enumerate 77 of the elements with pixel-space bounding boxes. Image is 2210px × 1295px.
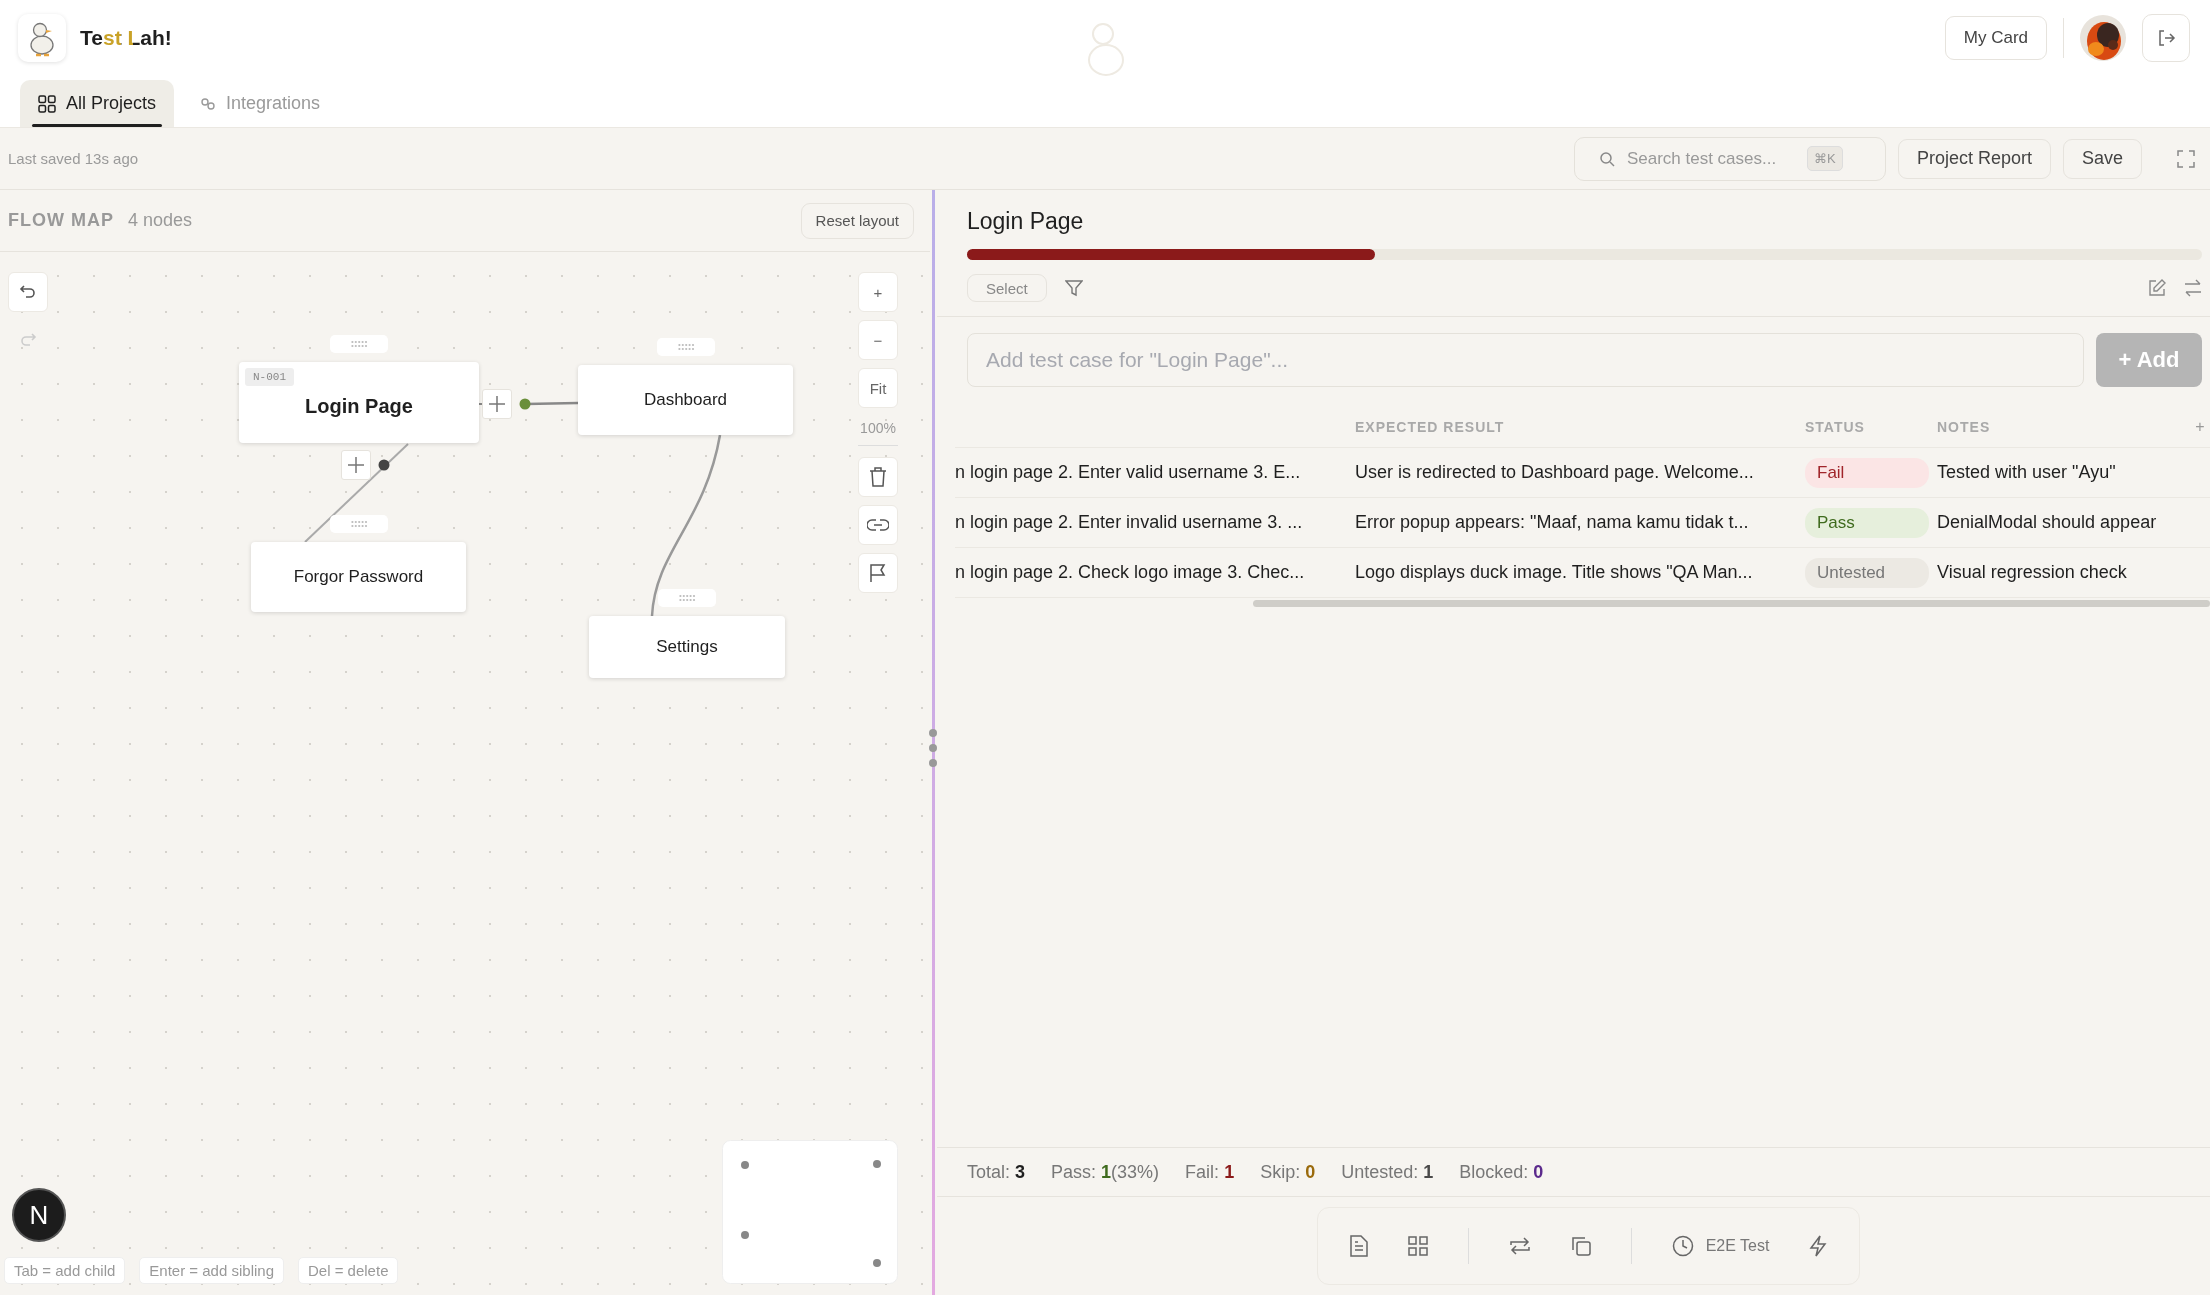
- node-name: Dashboard: [643, 390, 728, 410]
- dev-badge[interactable]: N: [12, 1188, 66, 1242]
- swap-icon[interactable]: [2184, 279, 2202, 297]
- shortcut-key: ⌘K: [1806, 146, 1843, 171]
- shortcut-hint: Del = delete: [298, 1257, 399, 1284]
- status-badge: Pass: [1805, 507, 1929, 538]
- logout-icon[interactable]: [2142, 13, 2190, 62]
- search-input[interactable]: Search test cases...: [1624, 147, 1797, 170]
- table-cell-text: n login page 2. Enter invalid username 3. ...: [955, 512, 1304, 533]
- stat-text: Untested: 1: [1341, 1161, 1434, 1183]
- status-badge: Fail: [1805, 457, 1929, 488]
- zoom-level: 100%: [859, 420, 897, 436]
- document-icon[interactable]: [1349, 1235, 1368, 1257]
- zoom-button[interactable]: Fit: [858, 368, 898, 408]
- link-icon: [200, 95, 217, 112]
- filter-icon[interactable]: [1064, 279, 1083, 297]
- table-cell-text: DenialModal should appear: [1937, 512, 2158, 533]
- fullscreen-icon[interactable]: [2176, 148, 2196, 169]
- node-name: Settings: [656, 637, 718, 657]
- stat-text: Skip: 0: [1260, 1161, 1316, 1183]
- resize-handle-icon[interactable]: [928, 728, 938, 768]
- stat-text: Pass: 1(33%): [1051, 1161, 1160, 1183]
- flow-node[interactable]: Forgor Password: [251, 542, 466, 612]
- table-cell-text: User is redirected to Dashboard page. Welcome...: [1355, 462, 1755, 483]
- shortcut-hint: Enter = add sibling: [139, 1257, 284, 1284]
- status-badge: Untested: [1805, 557, 1929, 588]
- page-title: Login Page: [967, 208, 1085, 235]
- table-cell-text: Visual regression check: [1937, 562, 2128, 583]
- lightning-icon[interactable]: [1809, 1235, 1828, 1257]
- reset-layout-button[interactable]: Reset layout: [800, 202, 914, 239]
- table-cell-text: n login page 2. Enter valid username 3. E...: [955, 462, 1302, 483]
- shortcut-hint: Tab = add child: [4, 1257, 126, 1284]
- drag-handle-icon[interactable]: [330, 335, 388, 353]
- toolbar-button[interactable]: Save: [2062, 138, 2142, 179]
- column-header: EXPECTED RESULT: [1355, 419, 1506, 435]
- toolbar-button[interactable]: Project Report: [1897, 138, 2051, 179]
- trash-icon[interactable]: [858, 457, 898, 497]
- my-card-button[interactable]: My Card: [1944, 15, 2047, 60]
- node-count: 4 nodes: [128, 210, 193, 231]
- zoom-button[interactable]: −: [858, 320, 898, 360]
- flag-icon[interactable]: [858, 553, 898, 593]
- column-header: NOTES: [1937, 419, 1992, 435]
- stat-text: Total: 3: [967, 1161, 1026, 1183]
- grid-icon[interactable]: [1407, 1236, 1428, 1256]
- last-saved-text: Last saved 13s ago: [8, 150, 139, 167]
- repeat-icon[interactable]: [1508, 1236, 1531, 1256]
- flow-node[interactable]: Dashboard: [578, 365, 793, 435]
- undo-icon[interactable]: [8, 272, 48, 312]
- drag-handle-icon[interactable]: [656, 338, 715, 356]
- add-icon[interactable]: [341, 450, 371, 480]
- table-cell-text: n login page 2. Check logo image 3. Chec...: [955, 562, 1306, 583]
- node-name: Login Page: [305, 395, 413, 418]
- e2e-test-label[interactable]: E2E Test: [1705, 1237, 1770, 1255]
- grid-icon: [38, 94, 56, 113]
- search-icon: [1598, 150, 1615, 167]
- add-test-case-field[interactable]: Add test case for "Login Page"...: [967, 333, 2084, 387]
- zoom-button[interactable]: +: [858, 272, 898, 312]
- stat-text: Fail: 1: [1185, 1161, 1235, 1183]
- scrollbar-thumb[interactable]: [1253, 600, 2210, 607]
- clock-icon[interactable]: [1671, 1235, 1694, 1257]
- node-name: Forgor Password: [293, 567, 424, 587]
- edit-icon[interactable]: [2148, 279, 2166, 297]
- tab[interactable]: All Projects: [20, 80, 175, 127]
- node-id-tag: N-001: [245, 368, 294, 386]
- link-icon[interactable]: [858, 505, 898, 545]
- drag-handle-icon[interactable]: [658, 589, 716, 607]
- copy-icon[interactable]: [1570, 1236, 1591, 1256]
- flow-map-title: FLOW MAP: [8, 210, 114, 231]
- stat-text: Blocked: 0: [1459, 1161, 1544, 1183]
- drag-handle-icon[interactable]: [329, 515, 388, 533]
- add-icon[interactable]: [482, 389, 512, 419]
- column-header: STATUS: [1805, 419, 1866, 435]
- table-cell-text: Tested with user "Ayu": [1937, 462, 2117, 483]
- table-cell-text: Error popup appears: "Maaf, nama kamu tidak t...: [1355, 512, 1750, 533]
- table-cell-text: Logo displays duck image. Title shows "QA Man...: [1355, 562, 1754, 583]
- flow-node[interactable]: N-001 Login Page: [239, 362, 479, 443]
- flow-node[interactable]: Settings: [589, 616, 785, 678]
